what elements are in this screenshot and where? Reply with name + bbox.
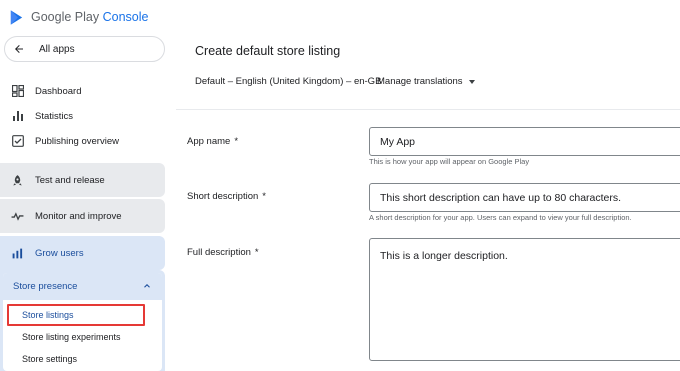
sidebar-item-label: Publishing overview bbox=[35, 135, 119, 147]
sidebar-group-label: Grow users bbox=[35, 247, 84, 259]
monitor-icon bbox=[11, 210, 24, 223]
sidebar-item-label: Dashboard bbox=[35, 85, 82, 97]
language-label: Default – English (United Kingdom) – en-… bbox=[195, 76, 382, 87]
full-description-textarea[interactable]: This is a longer description. bbox=[369, 238, 680, 361]
sidebar-group-test-and-release[interactable]: Test and release bbox=[0, 163, 165, 197]
highlight-annotation bbox=[7, 304, 145, 326]
page-title: Create default store listing bbox=[195, 44, 341, 58]
sidebar-item-publishing-overview[interactable]: Publishing overview bbox=[0, 130, 165, 152]
store-presence-label: Store presence bbox=[13, 281, 78, 292]
app-name-hint: This is how your app will appear on Goog… bbox=[369, 157, 530, 166]
sidebar: Google Play Console All apps Dashboard S… bbox=[0, 0, 170, 371]
play-console-logo-icon bbox=[10, 9, 23, 25]
sidebar-item-statistics[interactable]: Statistics bbox=[0, 105, 165, 127]
sidebar-item-label: Statistics bbox=[35, 110, 74, 122]
dashboard-icon bbox=[12, 85, 24, 97]
app-name-label: App name * bbox=[187, 136, 239, 147]
sidebar-group-grow-users[interactable]: Grow users bbox=[0, 236, 165, 270]
bar-chart-icon bbox=[12, 110, 24, 122]
sidebar-subitem-store-listing-experiments[interactable]: Store listing experiments bbox=[22, 332, 121, 342]
grow-icon bbox=[11, 247, 24, 260]
dropdown-caret-icon bbox=[468, 80, 475, 84]
sidebar-group-label: Test and release bbox=[35, 174, 105, 186]
back-arrow-icon bbox=[15, 45, 23, 53]
short-description-label: Short description * bbox=[187, 191, 266, 202]
app-name-input[interactable]: My App bbox=[369, 127, 680, 156]
manage-translations-button[interactable]: Manage translations bbox=[377, 76, 475, 87]
store-presence-header[interactable]: Store presence bbox=[3, 273, 162, 300]
full-description-label: Full description * bbox=[187, 247, 259, 258]
chevron-up-icon bbox=[144, 283, 150, 288]
rocket-icon bbox=[11, 174, 24, 187]
app-title: Google Play Console bbox=[31, 10, 149, 24]
publishing-icon bbox=[12, 135, 24, 147]
sidebar-group-label: Monitor and improve bbox=[35, 210, 122, 222]
app-logo[interactable]: Google Play Console bbox=[8, 6, 148, 28]
all-apps-button[interactable]: All apps bbox=[4, 36, 165, 62]
sidebar-item-dashboard[interactable]: Dashboard bbox=[0, 80, 165, 102]
manage-translations-label: Manage translations bbox=[377, 76, 463, 87]
all-apps-label: All apps bbox=[39, 43, 75, 55]
short-description-hint: A short description for your app. Users … bbox=[369, 213, 632, 222]
sidebar-group-monitor-and-improve[interactable]: Monitor and improve bbox=[0, 199, 165, 233]
sidebar-subitem-store-settings[interactable]: Store settings bbox=[22, 354, 77, 364]
short-description-input[interactable]: This short description can have up to 80… bbox=[369, 183, 680, 212]
